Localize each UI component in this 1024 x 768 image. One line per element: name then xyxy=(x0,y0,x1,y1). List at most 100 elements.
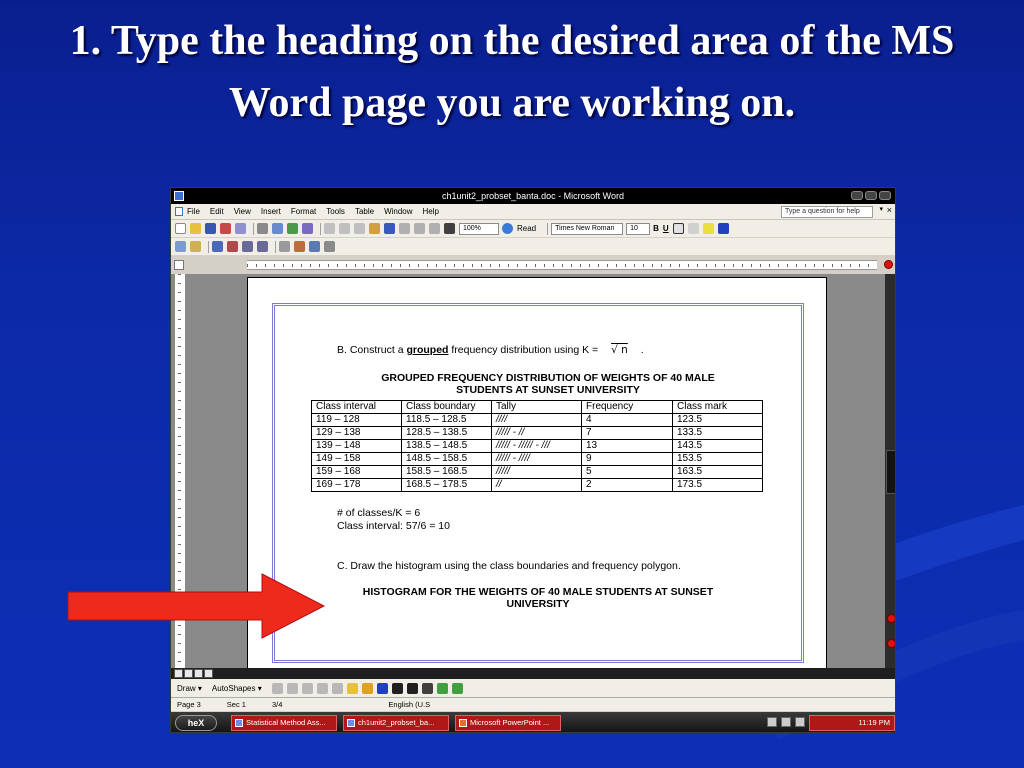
align-justify-icon[interactable] xyxy=(687,223,699,234)
menu-view[interactable]: View xyxy=(234,207,251,216)
help-search-input[interactable]: Type a question for help xyxy=(781,206,873,218)
menu-help[interactable]: Help xyxy=(423,207,439,216)
highlight-icon[interactable] xyxy=(702,223,714,234)
cell-class-boundary: 148.5 – 158.5 xyxy=(401,452,492,466)
hyperlink-icon[interactable] xyxy=(414,223,425,234)
bold-button[interactable]: B xyxy=(653,224,659,233)
cell-class-boundary: 128.5 – 138.5 xyxy=(401,426,492,440)
undo-icon[interactable] xyxy=(384,223,395,234)
word-app-icon[interactable] xyxy=(174,191,184,201)
outline-view-button[interactable] xyxy=(204,669,213,678)
pointer-arrow xyxy=(67,573,326,639)
research-icon[interactable] xyxy=(302,223,313,234)
copy-icon[interactable] xyxy=(339,223,350,234)
autoshapes-menu[interactable]: AutoShapes ▾ xyxy=(212,684,262,693)
menu-edit[interactable]: Edit xyxy=(210,207,224,216)
font-size-select[interactable]: 10 xyxy=(626,222,651,235)
dash-style-icon[interactable] xyxy=(406,682,418,694)
insert-table-icon[interactable] xyxy=(309,241,320,252)
taskbar-item-statistical[interactable]: Statistical Method Ass... xyxy=(231,715,337,731)
status-page: Page 3 xyxy=(177,700,201,709)
document-icon[interactable] xyxy=(175,207,183,216)
draw-font-color-icon[interactable] xyxy=(376,682,388,694)
line-style-icon[interactable] xyxy=(391,682,403,694)
line-icon[interactable] xyxy=(271,682,283,694)
print-preview-icon[interactable] xyxy=(272,223,283,234)
menu-tools[interactable]: Tools xyxy=(326,207,345,216)
taskbar-item-powerpoint[interactable]: Microsoft PowerPoint ... xyxy=(455,715,561,731)
email-icon[interactable] xyxy=(235,223,246,234)
underline-button[interactable]: U xyxy=(663,224,669,233)
taskbar-item-ch1unit2[interactable]: ch1unit2_probset_ba... xyxy=(343,715,449,731)
maximize-button[interactable] xyxy=(865,191,877,200)
permission-icon[interactable] xyxy=(220,223,231,234)
horizontal-ruler[interactable] xyxy=(247,260,877,270)
rectangle-icon[interactable] xyxy=(301,682,313,694)
arrow-style-icon[interactable] xyxy=(421,682,433,694)
tables-borders-icon[interactable] xyxy=(429,223,440,234)
insert-rows-icon[interactable] xyxy=(212,241,223,252)
edit-icon[interactable] xyxy=(175,241,186,252)
next-page-button[interactable] xyxy=(887,639,895,648)
draw-menu[interactable]: Draw ▾ xyxy=(177,684,202,693)
autosum-icon[interactable] xyxy=(279,241,290,252)
shadow-icon[interactable] xyxy=(436,682,448,694)
close-document-icon[interactable]: × xyxy=(887,205,892,215)
menu-insert[interactable]: Insert xyxy=(261,207,281,216)
close-window-button[interactable] xyxy=(879,191,891,200)
cut-icon[interactable] xyxy=(324,223,335,234)
read-button[interactable]: Read xyxy=(517,224,536,233)
tray-icon[interactable] xyxy=(781,717,791,727)
view-ruler-button[interactable] xyxy=(884,260,893,269)
minimize-button[interactable] xyxy=(851,191,863,200)
paste-icon[interactable] xyxy=(354,223,365,234)
previous-page-button[interactable] xyxy=(887,614,895,623)
start-button[interactable]: heX xyxy=(175,715,217,731)
horizontal-scrollbar[interactable] xyxy=(171,668,895,679)
sort-descending-icon[interactable] xyxy=(257,241,268,252)
open-folder-icon[interactable] xyxy=(190,223,201,234)
system-tray-clock[interactable]: 11:19 PM xyxy=(809,715,895,731)
menu-table[interactable]: Table xyxy=(355,207,374,216)
table-autoformat-icon[interactable] xyxy=(294,241,305,252)
num-classes-text: # of classes/K = 6 xyxy=(337,507,421,519)
new-doc-icon[interactable] xyxy=(175,223,186,234)
oval-icon[interactable] xyxy=(316,682,328,694)
tray-icon[interactable] xyxy=(795,717,805,727)
print-icon[interactable] xyxy=(257,223,268,234)
normal-view-button[interactable] xyxy=(174,669,183,678)
fill-color-icon[interactable] xyxy=(346,682,358,694)
delete-rows-icon[interactable] xyxy=(227,241,238,252)
toolbar-options-icon[interactable] xyxy=(324,241,335,252)
instruction-b-prefix: B. Construct a xyxy=(337,344,407,356)
spelling-icon[interactable] xyxy=(287,223,298,234)
menu-file[interactable]: File xyxy=(187,207,200,216)
textbox-icon[interactable] xyxy=(331,682,343,694)
word-doc-icon xyxy=(235,719,243,727)
font-name-select[interactable]: Times New Roman xyxy=(551,222,624,235)
document-page[interactable]: B. Construct a grouped frequency distrib… xyxy=(247,277,827,677)
doc-map-icon[interactable] xyxy=(190,241,201,252)
align-left-icon[interactable] xyxy=(672,223,684,234)
menu-format[interactable]: Format xyxy=(291,207,316,216)
sort-ascending-icon[interactable] xyxy=(242,241,253,252)
menu-window[interactable]: Window xyxy=(384,207,412,216)
vertical-scroll-thumb[interactable] xyxy=(886,450,895,494)
print-layout-button[interactable] xyxy=(194,669,203,678)
font-color-icon[interactable] xyxy=(717,223,729,234)
line-color-icon[interactable] xyxy=(361,682,373,694)
web-layout-button[interactable] xyxy=(184,669,193,678)
tray-icon[interactable] xyxy=(767,717,777,727)
tab-selector[interactable] xyxy=(174,260,184,270)
zoom-select[interactable]: 100% xyxy=(459,222,499,235)
3d-style-icon[interactable] xyxy=(451,682,463,694)
arrow-icon[interactable] xyxy=(286,682,298,694)
save-icon[interactable] xyxy=(205,223,216,234)
window-titlebar[interactable]: ch1unit2_probset_banta.doc - Microsoft W… xyxy=(171,188,895,204)
help-dropdown-icon[interactable]: ▾ xyxy=(879,205,883,213)
format-painter-icon[interactable] xyxy=(369,223,380,234)
help-icon[interactable] xyxy=(502,223,513,234)
vertical-scrollbar[interactable] xyxy=(885,274,895,668)
columns-icon[interactable] xyxy=(444,223,455,234)
redo-icon[interactable] xyxy=(399,223,410,234)
